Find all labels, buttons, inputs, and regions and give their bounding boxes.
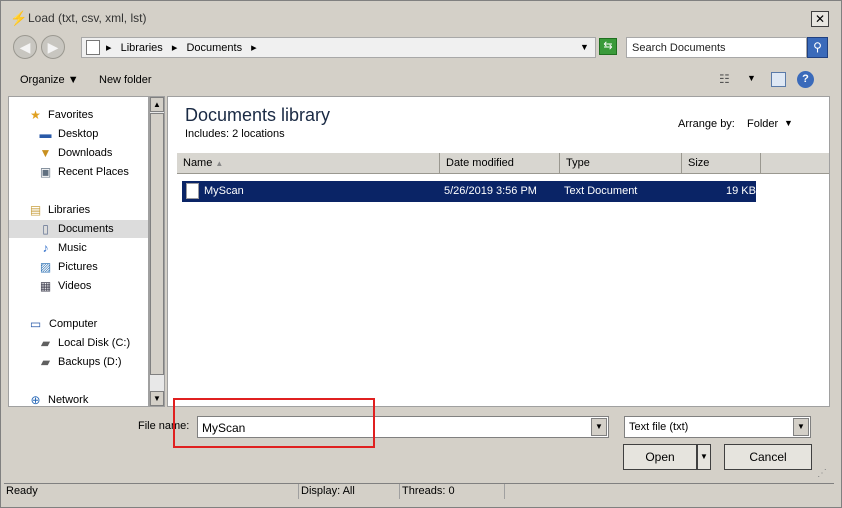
window-title: Load (txt, csv, xml, lst) [28,11,147,25]
close-button[interactable]: ✕ [811,11,829,27]
star-icon: ★ [30,108,41,122]
breadcrumb-separator: ▸ [106,42,112,54]
back-button[interactable]: ◀ [13,35,37,59]
breadcrumb-separator: ▸ [171,42,178,54]
file-name: MyScan [204,185,244,197]
file-dialog: ⚡ Load (txt, csv, xml, lst) ✕ ◀ ▶ ▸ Libr… [0,0,842,508]
column-size[interactable]: Size [682,153,761,174]
status-display: Display: All [298,484,398,499]
network-icon: ⊕ [30,393,41,407]
organize-label: Organize [20,74,65,86]
nav-item-downloads[interactable]: ▼ Downloads [9,144,148,162]
documents-icon: ▯ [42,222,49,236]
nav-item-recent-places[interactable]: ▣ Recent Places [9,163,148,181]
address-box[interactable]: ▸ Libraries ▸ Documents ▸ ▼ [81,37,596,58]
column-name[interactable]: Name ▲ [177,153,440,174]
address-bar: ◀ ▶ ▸ Libraries ▸ Documents ▸ ▼ ⇆ Search… [7,32,833,62]
file-date: 5/26/2019 3:56 PM [444,185,537,197]
file-type: Text Document [564,185,638,197]
views-icon[interactable]: ☷ [719,72,733,86]
desktop-icon: ▬ [39,127,52,141]
search-input[interactable]: Search Documents [626,37,807,58]
app-icon: ⚡ [10,10,28,26]
library-title: Documents library [185,105,331,125]
breadcrumb-separator: ▸ [251,42,257,54]
disk-icon: ▰ [40,355,51,369]
nav-item-documents[interactable]: ▯ Documents [9,220,148,238]
pictures-icon: ▨ [39,260,52,274]
nav-item-computer[interactable]: ▭ Computer [9,315,148,333]
navigation-pane: ★ Favorites ▬ Desktop ▼ Downloads ▣ Recent P… [8,96,149,407]
views-dropdown-icon[interactable]: ▼ [747,73,756,83]
nav-item-network[interactable]: ⊕ Network [9,391,148,407]
nav-item-desktop[interactable]: ▬ Desktop [9,125,148,143]
nav-item-libraries[interactable]: ▤ Libraries [9,201,148,219]
scroll-down-icon[interactable]: ▼ [150,391,164,406]
breadcrumb: ▸ Libraries ▸ Documents ▸ [106,41,263,54]
address-dropdown-icon[interactable]: ▼ [580,42,589,52]
arrange-by-label: Arrange by: [678,118,735,130]
status-threads: Threads: 0 [399,484,503,499]
arrange-by-select[interactable]: Folder [747,118,778,130]
column-type[interactable]: Type [560,153,682,174]
music-icon: ♪ [42,241,49,255]
nav-item-music[interactable]: ♪ Music [9,239,148,257]
forward-button[interactable]: ▶ [41,35,65,59]
search-icon[interactable]: ⚲ [807,37,828,58]
file-list-pane: Documents library Includes: 2 locations … [167,96,830,407]
refresh-button[interactable]: ⇆ [599,38,617,55]
videos-icon: ▦ [39,279,52,293]
downloads-icon: ▼ [39,146,52,160]
breadcrumb-libraries[interactable]: Libraries [121,42,163,54]
command-bar: Organize ▼ New folder ☷ ▼ ? [7,65,833,95]
annotation-highlight-box [173,398,375,448]
open-button[interactable]: Open [623,444,697,470]
arrange-dropdown-icon[interactable]: ▼ [784,118,793,128]
file-type-select[interactable]: Text file (txt) ▼ [624,416,811,438]
nav-item-favorites[interactable]: ★ Favorites [9,106,148,124]
file-type-value: Text file (txt) [629,421,689,433]
resize-grip-icon[interactable]: ⋰ [817,468,831,482]
organize-button[interactable]: Organize ▼ [20,74,79,86]
libraries-icon: ▤ [29,203,42,217]
cancel-button[interactable]: Cancel [724,444,812,470]
nav-item-pictures[interactable]: ▨ Pictures [9,258,148,276]
search-placeholder: Search Documents [632,42,726,54]
nav-item-videos[interactable]: ▦ Videos [9,277,148,295]
nav-scrollbar[interactable]: ▲ ▼ [149,96,165,407]
column-date-modified[interactable]: Date modified [440,153,560,174]
title-bar: ⚡ Load (txt, csv, xml, lst) ✕ [3,3,839,31]
disk-icon: ▰ [40,336,51,350]
file-type-dropdown-icon[interactable]: ▼ [793,418,809,436]
status-bar: Ready Display: All Threads: 0 [4,483,834,499]
preview-pane-icon[interactable] [771,72,786,87]
sort-ascending-icon: ▲ [215,159,224,168]
status-ready: Ready [6,485,38,497]
table-row[interactable]: MyScan 5/26/2019 3:56 PM Text Document 1… [182,181,756,202]
status-empty [504,484,834,499]
recent-places-icon: ▣ [39,165,52,179]
scroll-up-icon[interactable]: ▲ [150,97,164,112]
nav-item-local-disk[interactable]: ▰ Local Disk (C:) [9,334,148,352]
text-file-icon [186,183,199,199]
column-name-label: Name [183,157,213,169]
breadcrumb-documents[interactable]: Documents [186,42,242,54]
library-locations-link[interactable]: Includes: 2 locations [185,128,285,140]
open-dropdown-icon[interactable]: ▼ [697,444,711,470]
new-folder-button[interactable]: New folder [99,74,152,86]
computer-icon: ▭ [29,317,42,331]
scroll-thumb[interactable] [150,113,164,375]
file-name-dropdown-icon[interactable]: ▼ [591,418,607,436]
file-size: 19 KB [726,185,756,197]
nav-item-backups[interactable]: ▰ Backups (D:) [9,353,148,371]
library-icon [86,40,100,55]
help-icon[interactable]: ? [797,71,814,88]
column-header: Name ▲ Date modified Type Size [177,153,829,174]
